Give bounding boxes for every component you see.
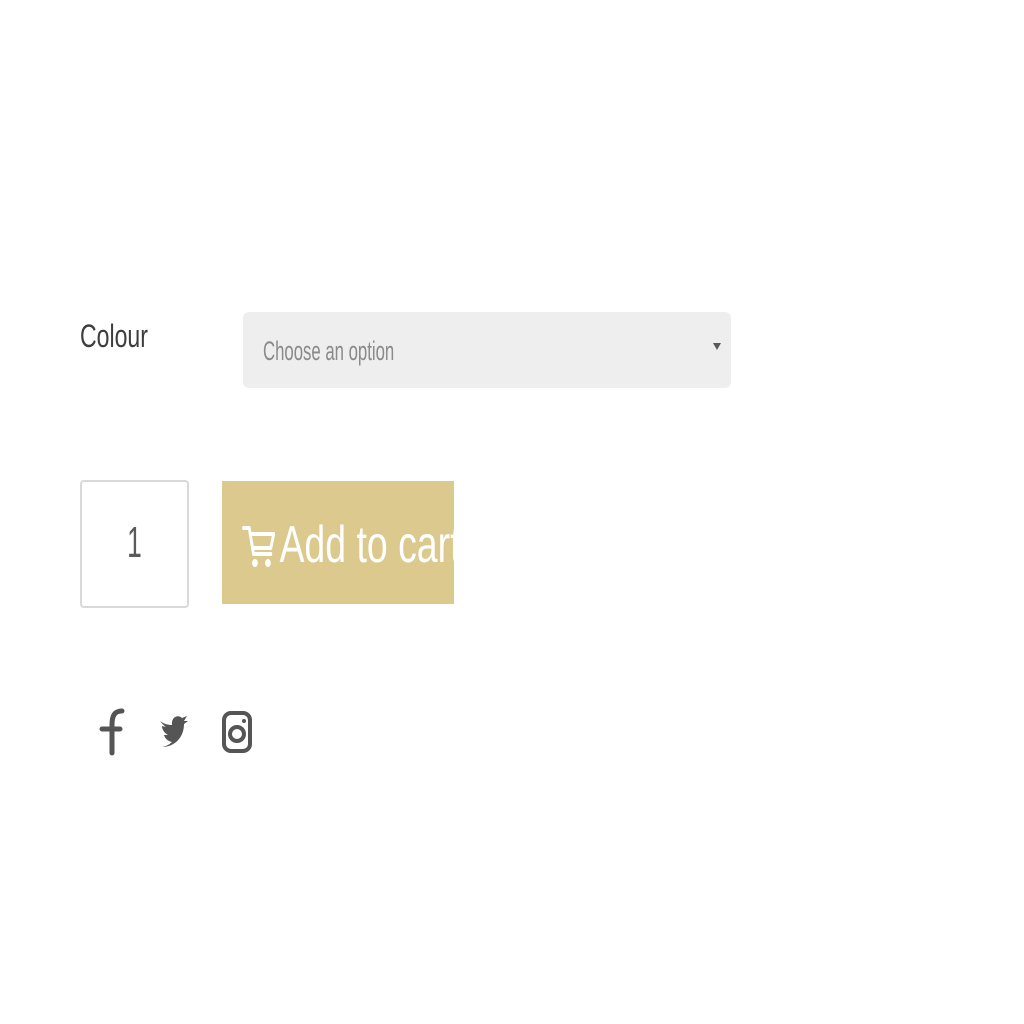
dropdown-arrow-icon [713, 343, 721, 350]
instagram-icon[interactable] [220, 705, 254, 757]
add-to-cart-label: Add to cart [279, 516, 461, 574]
cart-icon [242, 520, 276, 570]
colour-select[interactable]: Choose an option [243, 312, 731, 388]
colour-label: Colour [80, 318, 148, 354]
quantity-value: 1 [127, 518, 142, 567]
product-purchase-panel: Colour Choose an option 1 Add to cart [0, 0, 1024, 1024]
share-links [92, 705, 284, 757]
add-to-cart-button[interactable]: Add to cart [222, 481, 460, 604]
twitter-icon[interactable] [156, 705, 190, 757]
quantity-input[interactable]: 1 [80, 480, 189, 608]
facebook-icon[interactable] [92, 705, 126, 757]
colour-select-value: Choose an option [263, 336, 395, 366]
